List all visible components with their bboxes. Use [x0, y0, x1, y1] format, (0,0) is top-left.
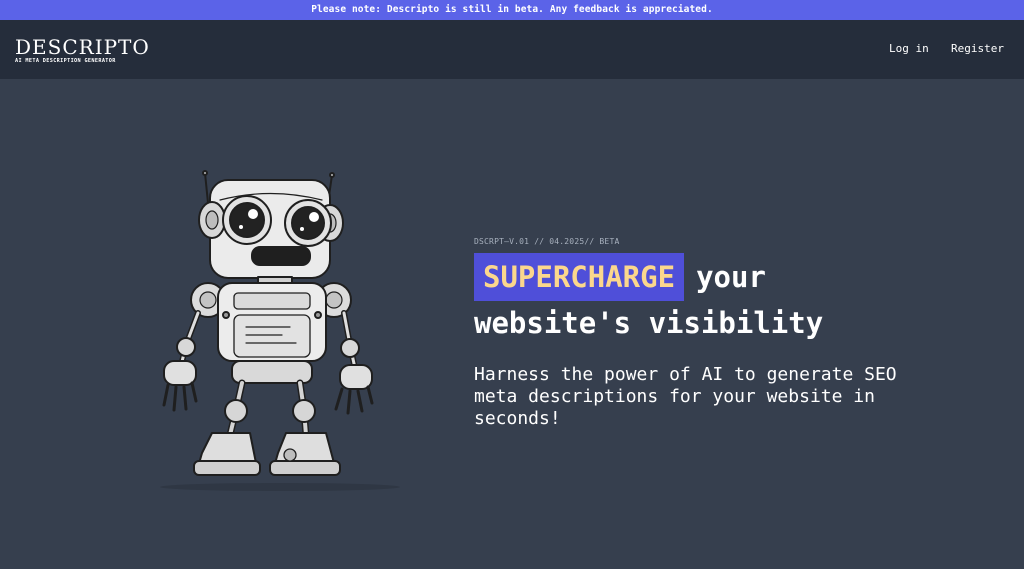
headline-highlight: SUPERCHARGE — [474, 253, 685, 301]
robot-illustration — [160, 170, 400, 491]
version-label: DSCRPT—V.01 // 04.2025// BETA — [474, 237, 620, 246]
headline-part1: your — [696, 260, 766, 294]
hero-headline: SUPERCHARGE your website's visibility — [474, 253, 974, 345]
beta-notice-text: Please note: Descripto is still in beta.… — [311, 4, 713, 15]
headline-part2: website's visibility — [474, 306, 824, 340]
logo-title: DESCRIPTO — [15, 35, 150, 59]
login-link[interactable]: Log in — [889, 42, 929, 55]
site-logo[interactable]: DESCRIPTO AI META DESCRIPTION GENERATOR — [15, 37, 150, 64]
register-link[interactable]: Register — [951, 42, 1004, 55]
hero-tagline: Harness the power of AI to generate SEO … — [474, 364, 897, 429]
site-header: DESCRIPTO AI META DESCRIPTION GENERATOR — [0, 20, 1024, 79]
beta-notice-banner: Please note: Descripto is still in beta.… — [0, 0, 1024, 20]
